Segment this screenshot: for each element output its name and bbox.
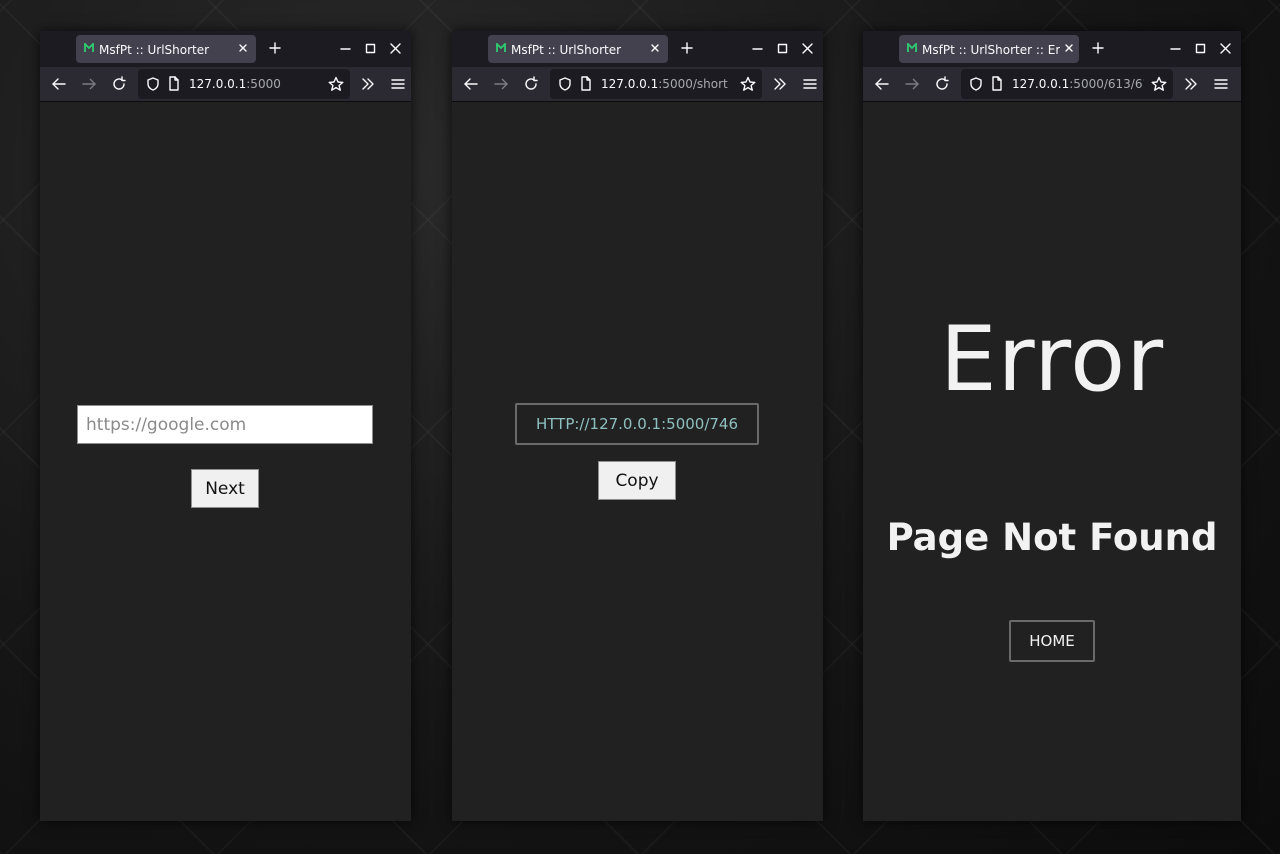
tab-active[interactable]: MsfPt :: UrlShorter: [76, 35, 256, 63]
long-url-input[interactable]: [77, 405, 373, 444]
minimize-icon[interactable]: [340, 43, 351, 54]
tab-bar: MsfPt :: UrlShorter: [452, 31, 823, 67]
minimize-icon[interactable]: [1170, 43, 1181, 54]
close-tab-icon[interactable]: [649, 42, 661, 54]
page-content: Next: [40, 102, 411, 821]
close-window-icon[interactable]: [1220, 43, 1231, 54]
shield-icon[interactable]: [969, 77, 983, 91]
favicon-icon: [907, 43, 917, 53]
shield-icon[interactable]: [146, 77, 160, 91]
browser-window-short: MsfPt :: UrlShorter 127.0.0.1:5000/short…: [452, 31, 823, 821]
maximize-icon[interactable]: [1195, 43, 1206, 54]
reload-icon[interactable]: [523, 76, 539, 92]
close-window-icon[interactable]: [390, 43, 401, 54]
maximize-icon[interactable]: [777, 43, 788, 54]
forward-icon[interactable]: [81, 76, 97, 92]
tab-bar: MsfPt :: UrlShorter: [40, 31, 411, 67]
new-tab-icon[interactable]: [680, 41, 694, 55]
url-host: 127.0.0.1: [601, 77, 659, 91]
address-bar[interactable]: 127.0.0.1:5000: [138, 69, 350, 99]
address-bar[interactable]: 127.0.0.1:5000/613/613: [961, 69, 1173, 99]
tab-title: MsfPt :: UrlShorter :: Error: [922, 43, 1060, 57]
reload-icon[interactable]: [934, 76, 950, 92]
tab-title: MsfPt :: UrlShorter: [99, 43, 210, 57]
favicon-icon: [84, 43, 94, 53]
home-button[interactable]: HOME: [1009, 620, 1095, 662]
tab-bar: MsfPt :: UrlShorter :: Error: [863, 31, 1241, 67]
shield-icon[interactable]: [558, 77, 572, 91]
next-button[interactable]: Next: [191, 469, 259, 508]
url-host: 127.0.0.1: [1012, 77, 1070, 91]
nav-toolbar: 127.0.0.1:5000/613/613: [863, 67, 1241, 102]
url-path: :5000: [246, 77, 281, 91]
maximize-icon[interactable]: [365, 43, 376, 54]
minimize-icon[interactable]: [752, 43, 763, 54]
page-icon: [580, 76, 592, 91]
error-title: Error: [939, 307, 1165, 412]
error-subtitle: Page Not Found: [886, 516, 1218, 559]
address-bar[interactable]: 127.0.0.1:5000/short: [550, 69, 762, 99]
menu-icon[interactable]: [390, 76, 406, 92]
new-tab-icon[interactable]: [268, 41, 282, 55]
overflow-chevrons-icon[interactable]: [360, 76, 376, 92]
tab-active[interactable]: MsfPt :: UrlShorter :: Error: [899, 35, 1079, 63]
page-content: Error Page Not Found HOME: [863, 102, 1241, 821]
forward-icon[interactable]: [904, 76, 920, 92]
tab-active[interactable]: MsfPt :: UrlShorter: [488, 35, 668, 63]
menu-icon[interactable]: [802, 76, 818, 92]
browser-window-error: MsfPt :: UrlShorter :: Error: [863, 31, 1241, 821]
close-window-icon[interactable]: [802, 43, 813, 54]
tab-title: MsfPt :: UrlShorter: [511, 43, 622, 57]
copy-button[interactable]: Copy: [598, 461, 676, 500]
new-tab-icon[interactable]: [1091, 41, 1105, 55]
back-icon[interactable]: [51, 76, 67, 92]
bookmark-star-icon[interactable]: [1151, 76, 1167, 92]
url-text[interactable]: 127.0.0.1:5000/613/613: [1012, 77, 1144, 91]
page-icon: [168, 76, 180, 91]
back-icon[interactable]: [874, 76, 890, 92]
back-icon[interactable]: [463, 76, 479, 92]
url-path: :5000/short: [658, 77, 728, 91]
favicon-icon: [496, 43, 506, 53]
overflow-chevrons-icon[interactable]: [772, 76, 788, 92]
bookmark-star-icon[interactable]: [328, 76, 344, 92]
forward-icon[interactable]: [493, 76, 509, 92]
url-text[interactable]: 127.0.0.1:5000: [189, 77, 309, 91]
short-url-display[interactable]: HTTP://127.0.0.1:5000/746: [515, 403, 759, 445]
page-icon: [991, 76, 1003, 91]
browser-window-home: MsfPt :: UrlShorter 127.0.0.1:5000 https…: [40, 31, 411, 821]
menu-icon[interactable]: [1213, 76, 1229, 92]
close-tab-icon[interactable]: [237, 42, 249, 54]
nav-toolbar: 127.0.0.1:5000: [40, 67, 411, 102]
url-text[interactable]: 127.0.0.1:5000/short: [601, 77, 729, 91]
page-content: HTTP://127.0.0.1:5000/746 Copy: [452, 102, 823, 821]
url-host: 127.0.0.1: [189, 77, 247, 91]
nav-toolbar: 127.0.0.1:5000/short: [452, 67, 823, 102]
reload-icon[interactable]: [111, 76, 127, 92]
overflow-chevrons-icon[interactable]: [1183, 76, 1199, 92]
bookmark-star-icon[interactable]: [740, 76, 756, 92]
url-path: :5000/613/613: [1069, 77, 1144, 91]
close-tab-icon[interactable]: [1063, 42, 1075, 54]
